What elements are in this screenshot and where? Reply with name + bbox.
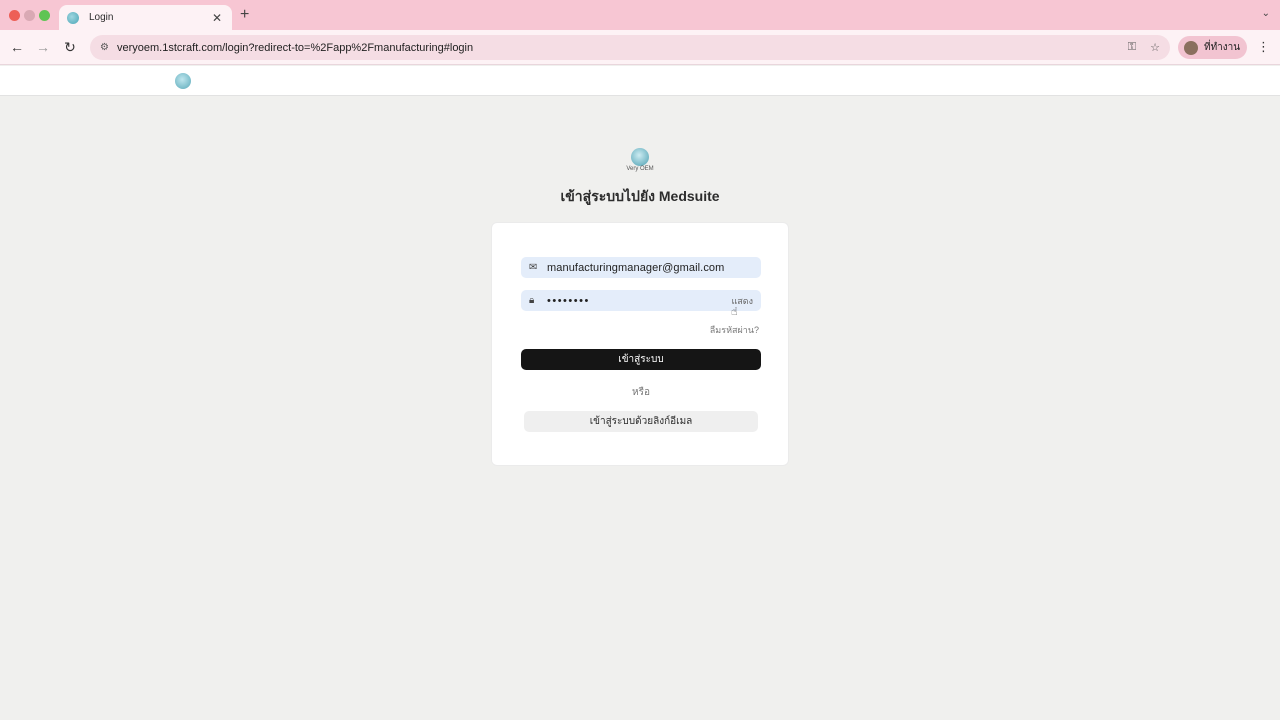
site-header: [0, 66, 1280, 96]
back-arrow-icon[interactable]: ←: [8, 39, 26, 55]
address-bar[interactable]: ⚙ veryoem.1stcraft.com/login?redirect-to…: [90, 35, 1170, 60]
avatar: [1184, 40, 1198, 55]
browser-tab-bar: Login ✕ + ⌄: [0, 0, 1280, 30]
bookmark-star-icon[interactable]: ☆: [1150, 41, 1160, 54]
browser-menu-icon[interactable]: ⋮: [1257, 39, 1270, 55]
address-url[interactable]: veryoem.1stcraft.com/login?redirect-to=%…: [117, 42, 1114, 54]
password-field[interactable]: 🔒︎ •••••••• แสดง: [521, 290, 761, 311]
tab-favicon-icon: [67, 11, 79, 24]
email-link-login-button[interactable]: เข้าสู่ระบบด้วยลิงก์อีเมล: [524, 411, 758, 432]
brand-logo: [628, 148, 652, 166]
email-value[interactable]: manufacturingmanager@gmail.com: [547, 262, 753, 274]
pointer-cursor-icon: ☝: [731, 306, 738, 318]
tab-title: Login: [89, 12, 114, 23]
login-card: ✉ manufacturingmanager@gmail.com 🔒︎ ••••…: [491, 222, 789, 466]
forward-arrow-icon[interactable]: →: [34, 39, 52, 55]
tab-close-icon[interactable]: ✕: [210, 11, 224, 25]
tab-search-chevron-icon[interactable]: ⌄: [1262, 8, 1270, 19]
lock-icon: 🔒︎: [529, 295, 535, 306]
brand-logo-icon: [631, 148, 649, 166]
or-divider: หรือ: [632, 387, 650, 398]
forgot-password-link[interactable]: ลืมรหัสผ่าน?: [710, 323, 759, 337]
site-settings-icon[interactable]: ⚙: [100, 42, 109, 53]
login-button[interactable]: เข้าสู่ระบบ: [521, 349, 761, 370]
window-maximize-button[interactable]: [39, 10, 50, 21]
email-field[interactable]: ✉ manufacturingmanager@gmail.com: [521, 257, 761, 278]
mail-icon: ✉: [529, 262, 538, 273]
password-key-icon[interactable]: ⚿: [1128, 41, 1136, 54]
browser-toolbar: ← → ↻ ⚙ veryoem.1stcraft.com/login?redir…: [0, 30, 1280, 65]
reload-icon[interactable]: ↻: [61, 39, 79, 56]
profile-label: ที่ทำงาน: [1204, 42, 1241, 53]
brand-name: Very OEM: [626, 166, 654, 172]
window-close-button[interactable]: [9, 10, 20, 21]
profile-button[interactable]: ที่ทำงาน: [1178, 36, 1247, 59]
window-minimize-button[interactable]: [24, 10, 35, 21]
password-value[interactable]: ••••••••: [547, 295, 731, 307]
page-title: เข้าสู่ระบบไปยัง Medsuite: [560, 188, 720, 204]
new-tab-icon[interactable]: +: [240, 6, 249, 24]
browser-tab-login[interactable]: Login ✕: [59, 5, 232, 30]
header-logo-icon[interactable]: [175, 73, 191, 89]
